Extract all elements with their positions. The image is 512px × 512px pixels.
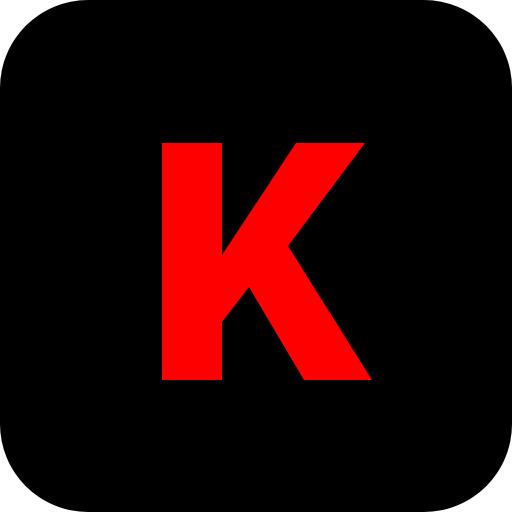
app-icon[interactable]: K [0,0,512,512]
letter-k-logo: K [162,143,372,380]
